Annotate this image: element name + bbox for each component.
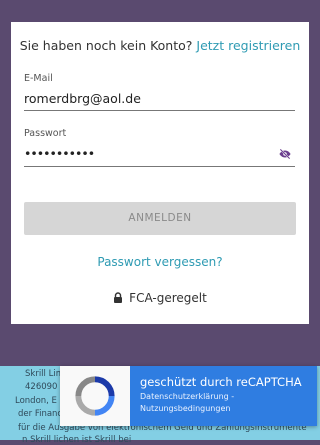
password-label: Passwort — [24, 128, 67, 139]
signup-prompt: Sie haben noch kein Konto? — [19, 38, 193, 53]
eye-off-icon[interactable] — [278, 147, 292, 161]
footer-line: der Financ — [18, 409, 63, 419]
recaptcha-links: Datenschutzerklärung - Nutzungsbedingung… — [140, 391, 234, 415]
fca-label: FCA-geregelt — [129, 291, 207, 305]
footer-line: London, E — [15, 396, 57, 406]
password-underline — [24, 166, 295, 167]
email-underline — [24, 110, 295, 111]
footer-line: 426090 — [25, 382, 58, 392]
recaptcha-title: geschützt durch reCAPTCHA — [140, 375, 302, 389]
recaptcha-privacy-link[interactable]: Datenschutzerklärung — [140, 392, 229, 401]
login-card: Sie haben noch kein Konto? Jetzt registr… — [11, 22, 309, 324]
footer-line: n Skrill lichen ist Skrill bei — [22, 435, 132, 445]
signup-row: Sie haben noch kein Konto? Jetzt registr… — [11, 38, 309, 53]
password-field[interactable]: ••••••••••• — [24, 146, 95, 161]
forgot-password-link[interactable]: Passwort vergessen? — [11, 255, 309, 269]
recaptcha-icon — [75, 376, 115, 416]
recaptcha-separator: - — [228, 392, 235, 401]
recaptcha-logo — [60, 366, 130, 426]
recaptcha-badge[interactable]: geschützt durch reCAPTCHA Datenschutzerk… — [60, 366, 317, 426]
lock-icon — [114, 292, 123, 303]
register-link[interactable]: Jetzt registrieren — [196, 38, 300, 53]
email-field[interactable]: romerdbrg@aol.de — [24, 91, 141, 106]
login-button[interactable]: ANMELDEN — [24, 202, 296, 235]
email-label: E-Mail — [24, 73, 53, 84]
recaptcha-terms-link[interactable]: Nutzungsbedingungen — [140, 404, 230, 413]
fca-regulated: FCA-geregelt — [11, 291, 309, 305]
footer-line: Skrill Lim — [25, 369, 64, 379]
